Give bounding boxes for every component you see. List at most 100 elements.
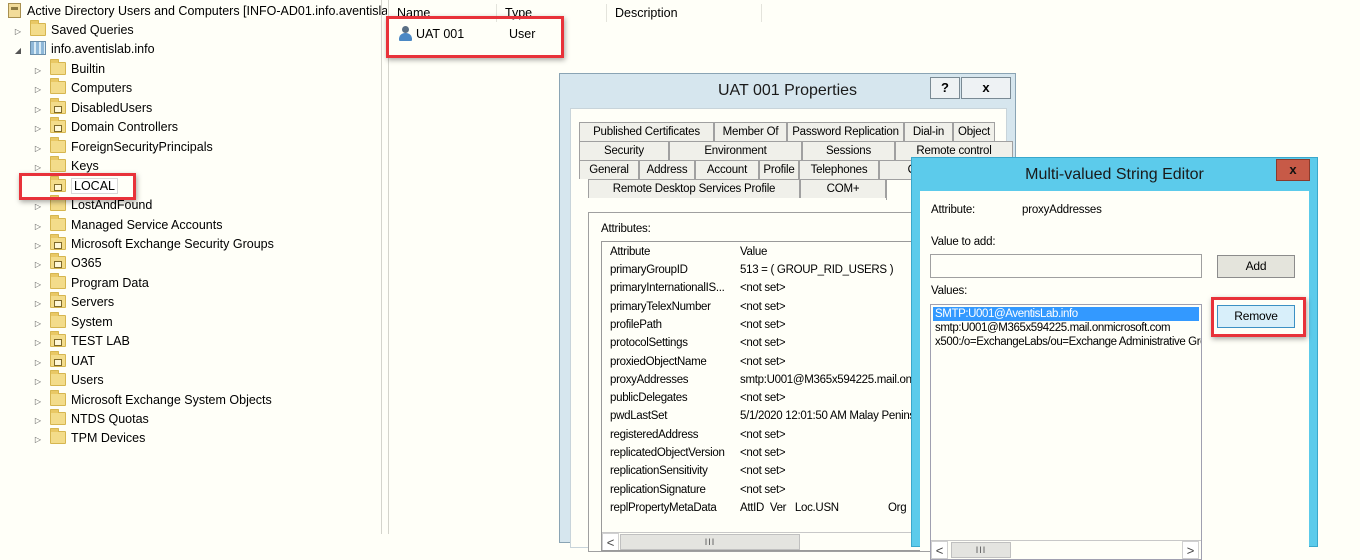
expand-arrow-icon[interactable]: ▷ <box>32 100 44 119</box>
values-horizontal-scrollbar[interactable]: < III > <box>931 540 1201 559</box>
attribute-name: registeredAddress <box>610 428 699 441</box>
tree-item[interactable]: ▷ ForeignSecurityPrincipals <box>32 136 213 158</box>
expand-arrow-icon[interactable]: ▷ <box>32 236 44 255</box>
tree-item[interactable]: LOCAL <box>32 175 118 196</box>
user-name: UAT 001 <box>416 27 465 41</box>
expand-arrow-icon[interactable]: ▷ <box>32 217 44 236</box>
scroll-thumb[interactable]: III <box>951 542 1011 558</box>
tab-profile[interactable]: Profile <box>759 160 799 179</box>
tree-item-label: Builtin <box>71 61 106 76</box>
tab-remote-desktop-services-profile[interactable]: Remote Desktop Services Profile <box>588 179 800 198</box>
remove-button[interactable]: Remove <box>1217 305 1295 328</box>
attribute-value: <not set> <box>740 337 786 350</box>
tree-item[interactable]: ▷ UAT <box>32 350 95 372</box>
tree-item[interactable]: ▷ DisabledUsers <box>32 97 152 119</box>
attribute-value: <not set> <box>740 282 786 295</box>
attribute-name: profilePath <box>610 318 662 331</box>
tree-item[interactable]: ▷ TPM Devices <box>32 428 145 449</box>
expanded-arrow-icon[interactable]: ◢ <box>12 41 24 60</box>
tab-security[interactable]: Security <box>579 141 669 160</box>
expand-arrow-icon[interactable]: ▷ <box>12 22 24 41</box>
expand-arrow-icon[interactable]: ▷ <box>32 255 44 274</box>
tab-dial-in[interactable]: Dial-in <box>904 122 953 141</box>
scroll-left-arrow-icon[interactable]: < <box>931 541 948 559</box>
attribute-name: replPropertyMetaData <box>610 501 717 514</box>
scroll-left-arrow-icon[interactable]: < <box>602 533 619 550</box>
tab-password-replication[interactable]: Password Replication <box>787 122 904 141</box>
expand-arrow-icon[interactable]: ▷ <box>32 353 44 372</box>
expand-arrow-icon[interactable]: ▷ <box>32 80 44 99</box>
close-button[interactable]: x <box>961 77 1011 99</box>
expand-arrow-icon[interactable]: ▷ <box>32 61 44 80</box>
tree-item[interactable]: ▷ Domain Controllers <box>32 117 178 138</box>
ou-folder-icon <box>50 97 66 114</box>
value-list-item[interactable]: smtp:U001@M365x594225.mail.onmicrosoft.c… <box>933 321 1171 335</box>
folder-icon <box>50 136 66 153</box>
tree-item[interactable]: ▷ Saved Queries <box>12 20 134 41</box>
tree-item[interactable]: ▷ TEST LAB <box>32 331 130 352</box>
value-list-item[interactable]: SMTP:U001@AventisLab.info <box>933 307 1199 321</box>
tab-account[interactable]: Account <box>695 160 759 179</box>
tree-item[interactable]: ▷ Microsoft Exchange Security Groups <box>32 233 274 255</box>
ou-folder-icon <box>50 253 66 270</box>
expand-arrow-icon[interactable]: ▷ <box>32 294 44 313</box>
tab-address[interactable]: Address <box>639 160 695 179</box>
help-button[interactable]: ? <box>930 77 960 99</box>
tab-telephones[interactable]: Telephones <box>799 160 879 179</box>
tree-item[interactable]: ▷ System <box>32 311 113 333</box>
tree-item[interactable]: ▷ Servers <box>32 292 114 313</box>
expand-arrow-icon[interactable]: ▷ <box>32 392 44 411</box>
ou-folder-icon <box>50 350 66 367</box>
tree-item[interactable]: ▷ O365 <box>32 253 102 274</box>
tree-root[interactable]: Active Directory Users and Computers [IN… <box>8 2 387 21</box>
tab-published-certificates[interactable]: Published Certificates <box>579 122 714 141</box>
expand-arrow-icon[interactable]: ▷ <box>32 197 44 216</box>
expand-arrow-icon[interactable]: ▷ <box>32 119 44 138</box>
expand-arrow-icon[interactable]: ▷ <box>32 314 44 333</box>
folder-icon <box>50 428 66 445</box>
column-header-description[interactable]: Description <box>607 4 762 22</box>
tree-item[interactable]: ▷ Program Data <box>32 272 149 294</box>
expand-arrow-icon[interactable]: ▷ <box>32 158 44 177</box>
scroll-thumb[interactable]: III <box>620 534 800 550</box>
column-header-type[interactable]: Type <box>497 4 607 22</box>
tab-com-[interactable]: COM+ <box>800 179 886 198</box>
user-icon <box>399 26 412 41</box>
expand-arrow-icon[interactable]: ▷ <box>32 139 44 158</box>
attribute-name: publicDelegates <box>610 392 688 405</box>
value-list-item[interactable]: x500:/o=ExchangeLabs/ou=Exchange Adminis… <box>933 335 1201 349</box>
value-to-add-input[interactable] <box>930 254 1202 278</box>
folder-icon <box>50 409 66 425</box>
tree-item[interactable]: ▷ Managed Service Accounts <box>32 214 222 236</box>
tab-sessions[interactable]: Sessions <box>802 141 895 160</box>
column-header-value[interactable]: Value <box>740 243 767 261</box>
column-header-attribute[interactable]: Attribute <box>610 243 740 261</box>
expand-arrow-icon[interactable]: ▷ <box>32 411 44 430</box>
expand-arrow-icon[interactable]: ▷ <box>32 372 44 391</box>
mvse-close-button[interactable]: x <box>1276 159 1310 181</box>
tree-item[interactable]: ▷ Keys <box>32 156 99 177</box>
tree-item[interactable]: ▷ LostAndFound <box>32 195 152 216</box>
tab-member-of[interactable]: Member Of <box>714 122 787 141</box>
expand-arrow-icon[interactable]: ▷ <box>32 275 44 294</box>
tree-item-label: O365 <box>71 256 102 271</box>
expand-arrow-icon[interactable]: ▷ <box>32 430 44 449</box>
tree-item[interactable]: ▷ Microsoft Exchange System Objects <box>32 389 272 411</box>
console-tree[interactable]: Active Directory Users and Computers [IN… <box>0 0 387 534</box>
values-listbox[interactable]: SMTP:U001@AventisLab.info smtp:U001@M365x… <box>930 304 1202 560</box>
tab-general[interactable]: General <box>579 160 639 179</box>
tree-item[interactable]: ▷ Users <box>32 370 104 391</box>
expand-arrow-icon[interactable]: ▷ <box>32 333 44 352</box>
attribute-name: proxiedObjectName <box>610 355 707 368</box>
tab-object[interactable]: Object <box>953 122 995 141</box>
tree-item[interactable]: ▷ Computers <box>32 78 133 99</box>
tree-item[interactable]: ◢ info.aventislab.info <box>12 40 155 59</box>
list-row-user[interactable]: UAT 001 User <box>399 25 599 43</box>
tree-item[interactable]: ▷ NTDS Quotas <box>32 409 149 430</box>
tree-item[interactable]: ▷ Builtin <box>32 58 106 80</box>
tab-environment[interactable]: Environment <box>669 141 802 160</box>
add-button[interactable]: Add <box>1217 255 1295 278</box>
column-header-name[interactable]: Name <box>389 4 497 22</box>
scroll-right-arrow-icon[interactable]: > <box>1182 541 1199 559</box>
tree-item-label: Computers <box>71 81 133 96</box>
